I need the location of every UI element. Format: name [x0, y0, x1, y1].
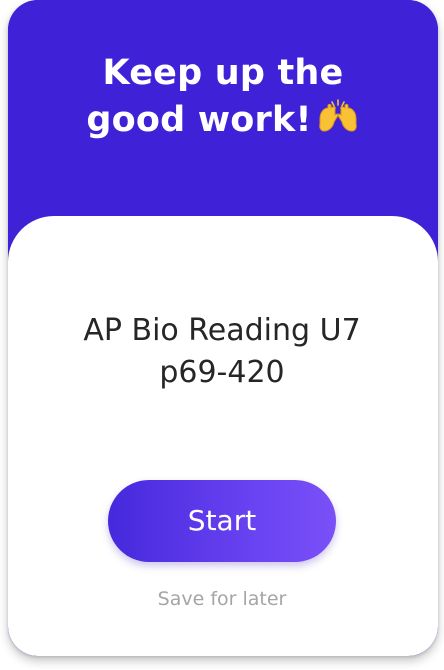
- headline-line-2-text: good work!: [86, 100, 312, 140]
- headline: Keep up the good work!: [8, 50, 438, 144]
- task-title: AP Bio Reading U7 p69-420: [0, 310, 444, 394]
- save-for-later-link[interactable]: Save for later: [0, 585, 444, 613]
- task-title-line-1: AP Bio Reading U7: [83, 313, 361, 348]
- start-button[interactable]: Start: [108, 480, 336, 562]
- task-title-line-2: p69-420: [159, 355, 285, 390]
- raising-hands-icon: [316, 97, 360, 135]
- headline-line-2: good work!: [8, 97, 438, 144]
- headline-line-1: Keep up the: [102, 53, 344, 93]
